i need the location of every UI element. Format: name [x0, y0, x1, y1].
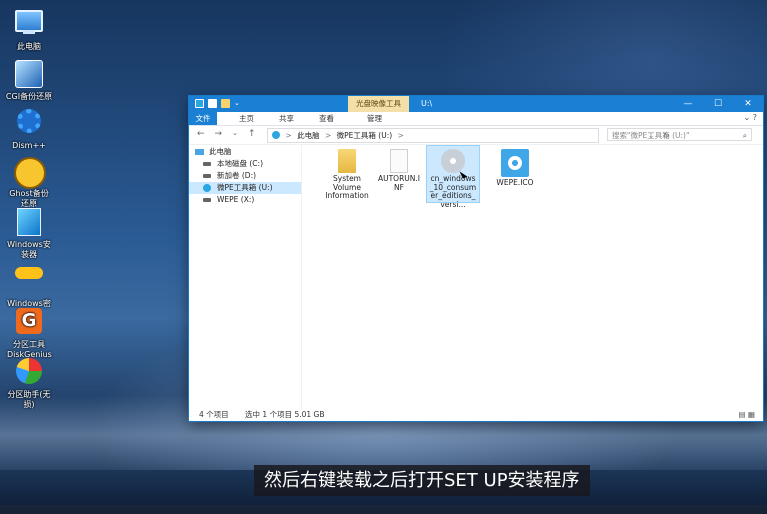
address-box[interactable]: > 此电脑 > 微PE工具箱 (U:) > ⌄ ↻	[267, 128, 669, 143]
window-controls: — ☐ ✕	[673, 96, 763, 112]
navigation-pane: 此电脑 本地磁盘 (C:) 新加卷 (D:) 微PE工具箱 (U:) WEPE …	[189, 144, 302, 409]
ribbon-tabs: 文件 主页 共享 查看 管理 ⌄ ?	[189, 112, 763, 126]
drive-icon	[203, 174, 211, 178]
nav-item-drive-x[interactable]: WEPE (X:)	[189, 194, 301, 206]
key-icon	[14, 267, 44, 297]
nav-item-label: 本地磁盘 (C:)	[217, 159, 263, 168]
desktop-icon-label: 分区助手(无损)	[7, 390, 51, 409]
file-item-windows-iso[interactable]: cn_windows_10_consumer_editions_versi...	[426, 145, 480, 208]
file-item-system-volume-information[interactable]: System Volume Information	[321, 146, 373, 201]
up-button[interactable]: ↑	[248, 129, 256, 139]
drive-icon	[203, 162, 211, 166]
status-bar: 4 个项目 选中 1 个项目 5.01 GB ▤ ▦	[189, 409, 763, 421]
tab-home[interactable]: 主页	[233, 112, 260, 125]
breadcrumb-drive[interactable]: 微PE工具箱 (U:)	[337, 131, 393, 140]
file-item-autorun-inf[interactable]: AUTORUN.INF	[373, 146, 425, 192]
search-icon: ⌕	[742, 131, 747, 140]
ghost-icon	[14, 157, 46, 189]
maximize-button[interactable]: ☐	[703, 96, 733, 112]
path-separator: >	[397, 131, 404, 140]
desktop-icon-diskgenius[interactable]: G 分区工具DiskGenius	[0, 306, 58, 360]
customize-toolbar-icon[interactable]: ⌄	[234, 99, 240, 108]
cd-drive-icon	[203, 184, 211, 192]
ribbon-expand-icon[interactable]: ⌄ ?	[744, 113, 758, 122]
tab-view[interactable]: 查看	[313, 112, 340, 125]
gear-icon	[14, 109, 44, 139]
nav-item-drive-d[interactable]: 新加卷 (D:)	[189, 170, 301, 182]
desktop-icon-this-pc[interactable]: 此电脑	[0, 6, 58, 52]
nav-item-this-pc[interactable]: 此电脑	[189, 146, 301, 158]
window-title: U:\	[421, 99, 433, 108]
drive-icon	[272, 131, 280, 139]
address-bar-row: ← → ⌄ ↑ > 此电脑 > 微PE工具箱 (U:) > ⌄ ↻ 搜索"微PE…	[189, 126, 763, 145]
desktop-icon-label: Dism++	[12, 141, 46, 150]
desktop-icon-label: CGI备份还原	[5, 92, 53, 101]
computer-icon	[14, 10, 44, 40]
nav-item-drive-c[interactable]: 本地磁盘 (C:)	[189, 158, 301, 170]
desktop-icon-dism[interactable]: Dism++	[0, 106, 58, 151]
document-icon	[390, 149, 408, 173]
video-subtitle: 然后右键装载之后打开SET UP安装程序	[254, 465, 590, 496]
explorer-window[interactable]: ⌄ 光盘映像工具 U:\ — ☐ ✕ 文件 主页 共享 查看 管理 ⌄ ? ← …	[189, 96, 763, 421]
minimize-button[interactable]: —	[673, 96, 703, 112]
desktop-icon-cgi[interactable]: CGI备份还原	[0, 58, 58, 102]
app-icon[interactable]	[195, 99, 204, 108]
desktop-icon-label: 此电脑	[17, 42, 41, 51]
desktop-icon-windows-installer[interactable]: Windows安装器	[0, 206, 58, 260]
properties-icon[interactable]	[208, 99, 217, 108]
breadcrumb-this-pc[interactable]: 此电脑	[297, 131, 320, 140]
file-name: WEPE.ICO	[496, 178, 534, 187]
windows-installer-icon	[14, 208, 44, 238]
ico-file-icon	[501, 149, 529, 177]
back-button[interactable]: ←	[197, 129, 205, 139]
window-body: 此电脑 本地磁盘 (C:) 新加卷 (D:) 微PE工具箱 (U:) WEPE …	[189, 144, 763, 409]
diskgenius-icon: G	[14, 308, 44, 338]
desktop-icon-partition-assistant[interactable]: 分区助手(无损)	[0, 356, 58, 410]
file-item-wepe-ico[interactable]: WEPE.ICO	[489, 146, 541, 188]
close-button[interactable]: ✕	[733, 96, 763, 112]
desktop-icon-label: Windows安装器	[7, 240, 51, 259]
tab-share[interactable]: 共享	[273, 112, 300, 125]
navigation-buttons: ← → ⌄ ↑	[197, 129, 256, 139]
taskbar	[0, 505, 767, 514]
file-name: cn_windows_10_consumer_editions_versi...	[429, 174, 477, 209]
file-list: System Volume Information AUTORUN.INF cn…	[309, 144, 761, 409]
cgi-backup-icon	[14, 60, 44, 90]
view-toggle-icons[interactable]: ▤ ▦	[738, 409, 755, 421]
partition-assistant-icon	[14, 358, 44, 388]
search-placeholder: 搜索"微PE工具箱 (U:)"	[612, 131, 690, 140]
quick-access-toolbar: ⌄	[195, 99, 240, 108]
desktop-icon-ghost[interactable]: Ghost备份还原	[0, 156, 58, 209]
context-tab-disc-image-tools[interactable]: 光盘映像工具	[348, 96, 409, 112]
selection-info: 选中 1 个项目 5.01 GB	[245, 410, 325, 419]
nav-item-label: 微PE工具箱 (U:)	[217, 183, 273, 192]
item-count: 4 个项目	[199, 410, 229, 419]
search-input[interactable]: 搜索"微PE工具箱 (U:)" ⌕	[607, 128, 752, 141]
tab-manage[interactable]: 管理	[361, 112, 388, 125]
tab-file[interactable]: 文件	[189, 112, 217, 125]
new-folder-icon[interactable]	[221, 99, 230, 108]
recent-locations-button[interactable]: ⌄	[232, 129, 238, 139]
drive-icon	[203, 198, 211, 202]
computer-icon	[195, 149, 204, 155]
title-bar[interactable]: ⌄ 光盘映像工具 U:\ — ☐ ✕	[189, 96, 763, 112]
file-name: System Volume Information	[325, 174, 369, 200]
folder-icon	[338, 149, 356, 173]
file-name: AUTORUN.INF	[377, 174, 420, 192]
path-separator: >	[324, 131, 332, 140]
forward-button[interactable]: →	[215, 129, 223, 139]
nav-item-drive-u[interactable]: 微PE工具箱 (U:)	[189, 182, 301, 194]
path-separator: >	[285, 131, 292, 140]
